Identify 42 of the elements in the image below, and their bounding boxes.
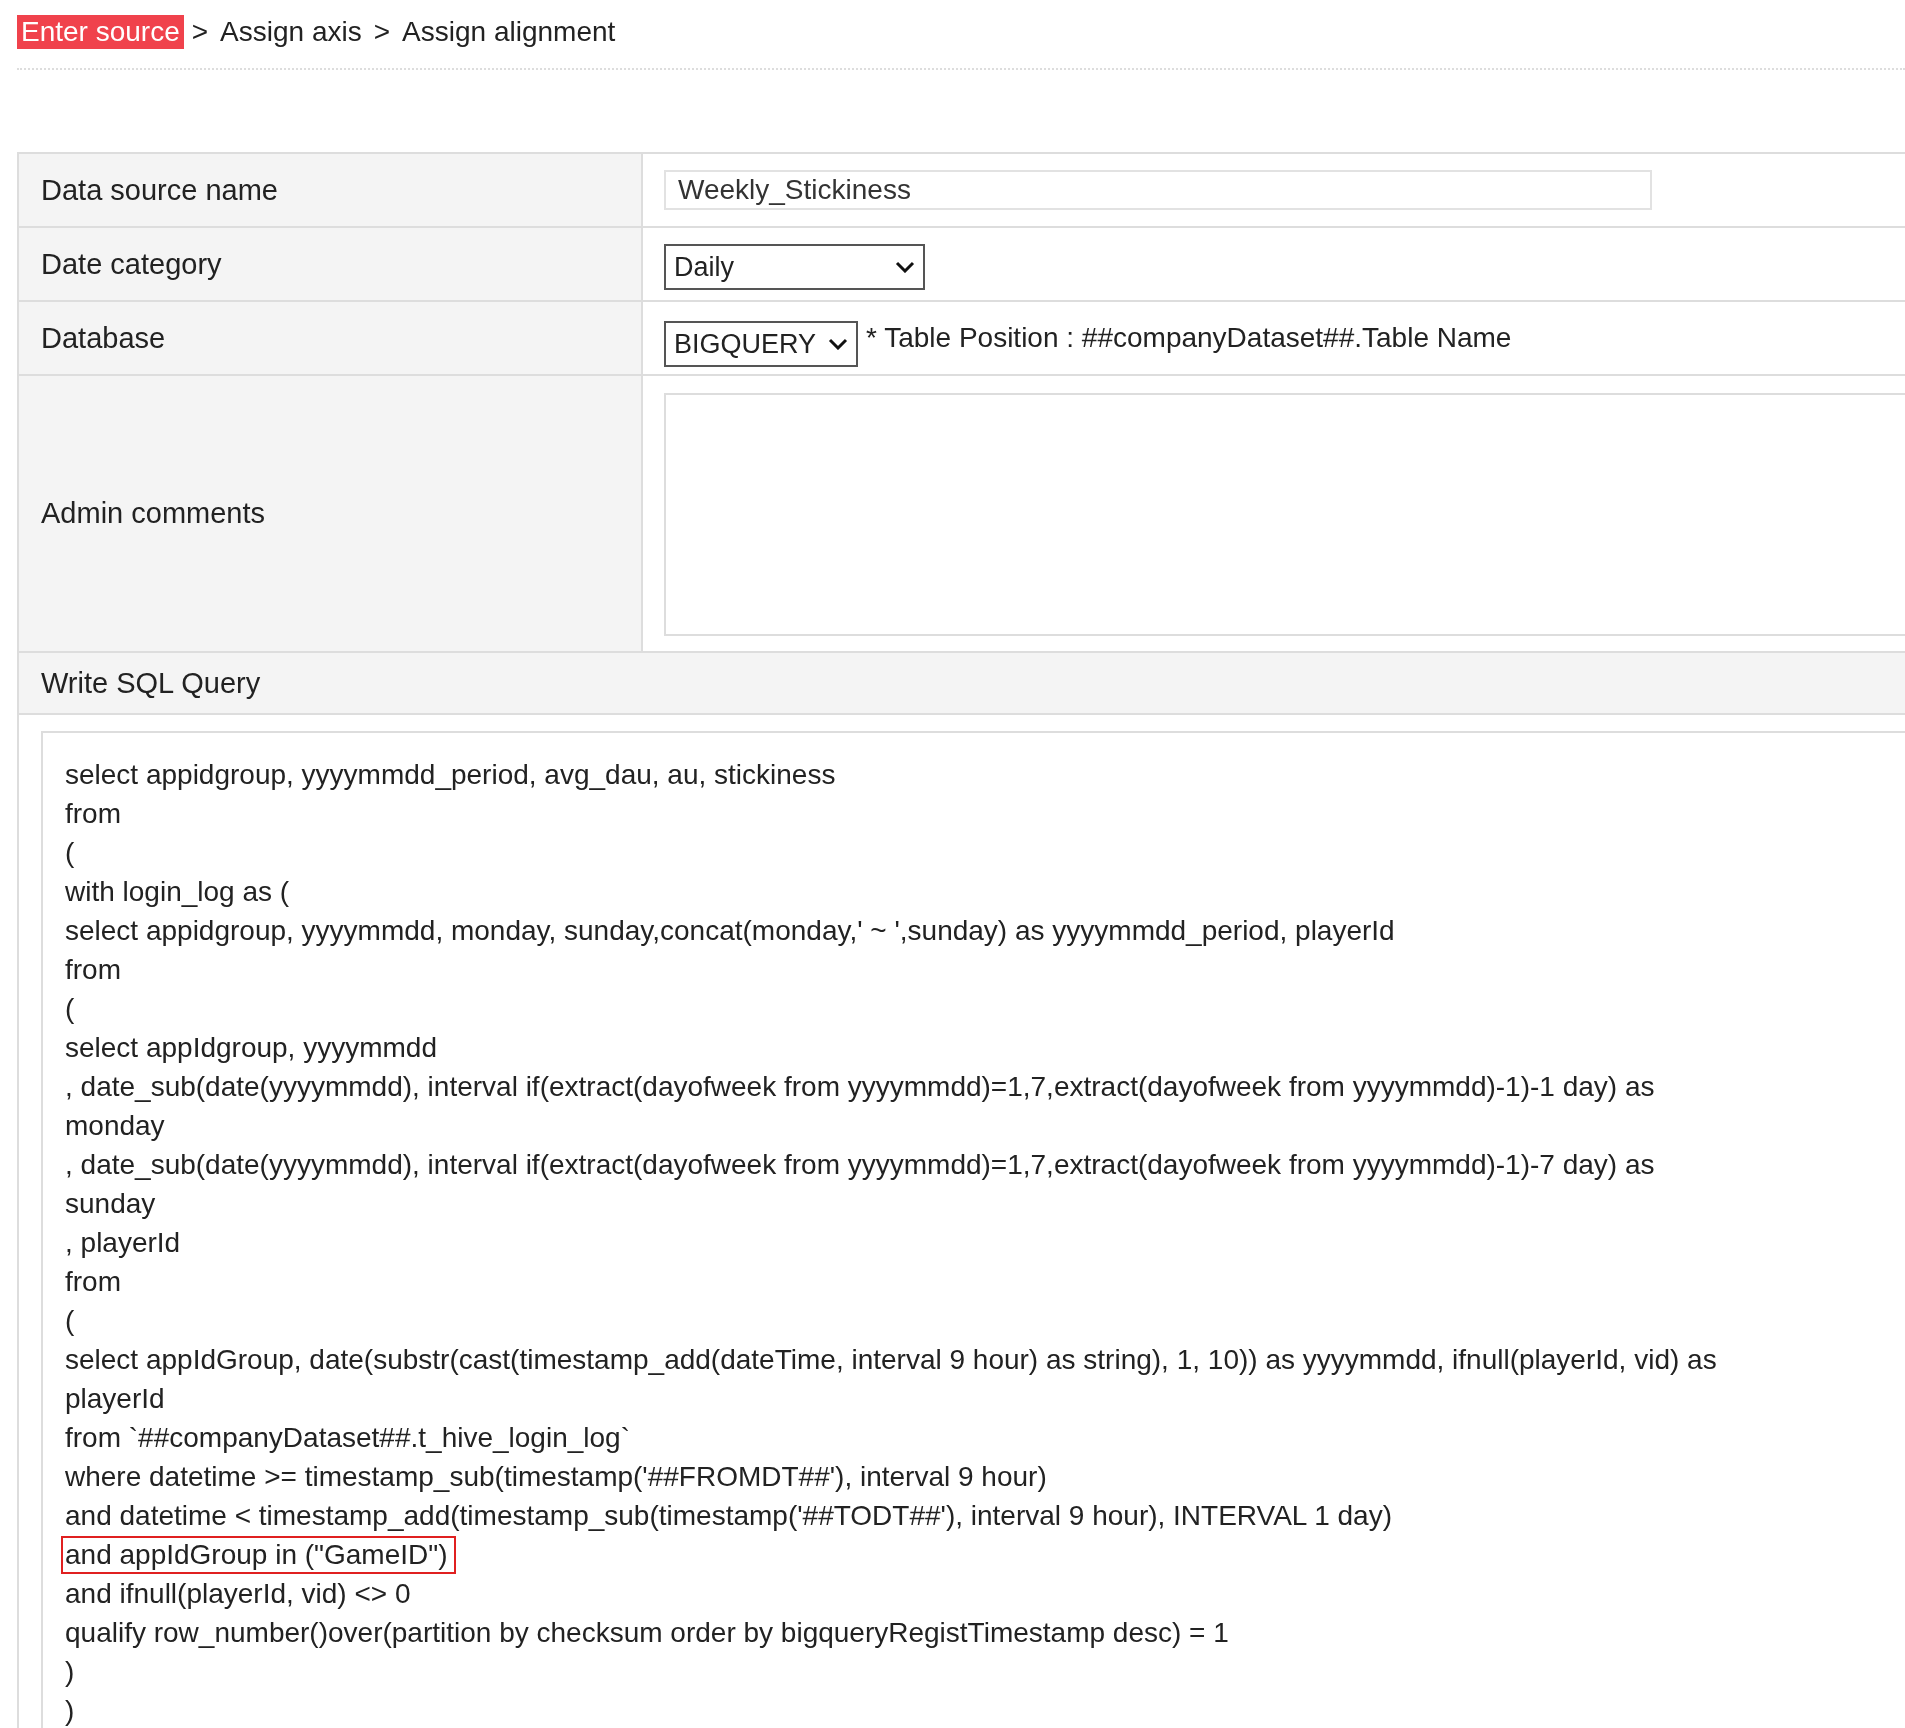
- code-line: and ifnull(playerId, vid) <> 0: [64, 1577, 412, 1611]
- select-field[interactable]: BIGQUERY: [664, 321, 858, 367]
- code-line: (: [64, 1304, 76, 1338]
- code-line: select appidgroup, yyyymmdd, monday, sunday,concat(monday,' ~ ',sunday) as yyyymmdd_period, playerId: [64, 914, 1396, 948]
- code-line: with login_log as (: [64, 875, 291, 909]
- field-label: Admin comments: [19, 376, 643, 651]
- code-line: ): [64, 1655, 76, 1689]
- field-label: Database: [19, 302, 643, 374]
- code-line: where datetime >= timestamp_sub(timestamp('##FROMDT##'), interval 9 hour): [64, 1460, 1048, 1494]
- code-line: monday: [64, 1109, 166, 1143]
- comments-field[interactable]: [664, 393, 1905, 636]
- code-line: and datetime < timestamp_add(timestamp_sub(timestamp('##TODT##'), interval 9 hour), INTERVAL 1 day): [64, 1499, 1393, 1533]
- code-line: select appIdGroup, date(substr(cast(timestamp_add(dateTime, interval 9 hour) as string), 1, 10)) as yyyymmdd, ifnull(playerId, vid) as: [64, 1343, 1718, 1377]
- code-line: , date_sub(date(yyyymmdd), interval if(extract(dayofweek from yyyymmdd)=1,7,extract(dayofweek from yyyymmdd)-1)-7 day) as: [64, 1148, 1656, 1182]
- code-line: sunday: [64, 1187, 157, 1221]
- name-input-field[interactable]: Weekly_Stickiness: [664, 170, 1652, 210]
- sql-editor[interactable]: [41, 731, 1905, 1728]
- code-line: from `##companyDataset##.t_hive_login_log`: [64, 1421, 631, 1455]
- hint-text: * Table Position : ##companyDataset##.Table Name: [866, 322, 1512, 354]
- code-line: playerId: [64, 1382, 166, 1416]
- code-line: (: [64, 992, 76, 1026]
- chevron-down-icon: [895, 261, 915, 273]
- code-line: (: [64, 836, 76, 870]
- code-line: qualify row_number()over(partition by checksum order by bigqueryRegistTimestamp desc) = 1: [64, 1616, 1230, 1650]
- section-heading: Write SQL Query: [19, 653, 1905, 713]
- code-line: , playerId: [64, 1226, 182, 1260]
- breadcrumb-step[interactable]: Assign axis: [216, 15, 366, 49]
- code-line: , date_sub(date(yyyymmdd), interval if(extract(dayofweek from yyyymmdd)=1,7,extract(dayofweek from yyyymmdd)-1)-1 day) as: [64, 1070, 1656, 1104]
- field-label: Data source name: [19, 154, 643, 226]
- code-line: select appIdgroup, yyyymmdd: [64, 1031, 438, 1065]
- code-line: from: [64, 953, 122, 987]
- code-line: from: [64, 797, 122, 831]
- breadcrumb-separator: >: [372, 16, 392, 48]
- code-line: from: [64, 1265, 122, 1299]
- select-field[interactable]: Daily: [664, 244, 925, 290]
- field-label: Date category: [19, 228, 643, 300]
- code-line: ): [64, 1694, 76, 1728]
- breadcrumb-separator: >: [190, 16, 210, 48]
- breadcrumb-step[interactable]: Assign alignment: [398, 15, 620, 49]
- chevron-down-icon: [828, 338, 848, 350]
- breadcrumb-step[interactable]: Enter source: [17, 15, 184, 49]
- code-line: select appidgroup, yyyymmdd_period, avg_dau, au, stickiness: [64, 758, 837, 792]
